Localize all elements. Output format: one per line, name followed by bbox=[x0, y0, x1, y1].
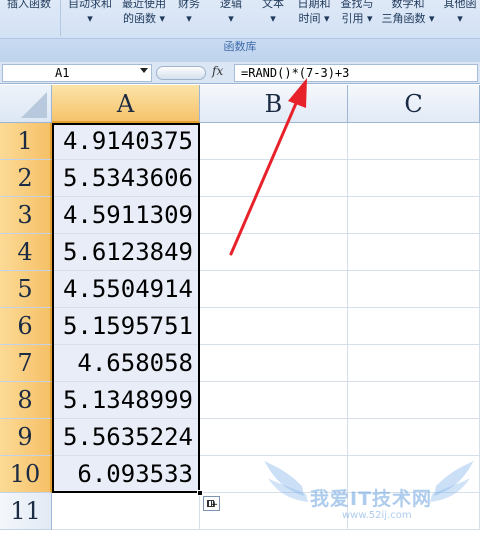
cell-b6[interactable] bbox=[200, 308, 348, 345]
select-all-triangle-icon bbox=[21, 92, 47, 118]
cell-a3[interactable]: 4.5911309 bbox=[52, 197, 200, 234]
formula-input[interactable]: =RAND()*(7-3)+3 bbox=[234, 64, 478, 82]
row-header[interactable]: 2 bbox=[0, 160, 52, 197]
name-box[interactable]: A1 bbox=[2, 64, 152, 82]
formula-bar: A1 fx =RAND()*(7-3)+3 bbox=[0, 62, 480, 84]
row-header[interactable]: 8 bbox=[0, 382, 52, 419]
plus-icon: + bbox=[210, 500, 218, 510]
column-header-b[interactable]: B bbox=[200, 85, 348, 123]
chevron-down-icon[interactable] bbox=[140, 68, 148, 73]
cell-b7[interactable] bbox=[200, 345, 348, 382]
cell-b5[interactable] bbox=[200, 271, 348, 308]
cell-a8[interactable]: 5.1348999 bbox=[52, 382, 200, 419]
insert-function-button[interactable]: 插入函数 bbox=[2, 0, 56, 36]
row-header[interactable]: 1 bbox=[0, 123, 52, 160]
cell-c6[interactable] bbox=[348, 308, 480, 345]
worksheet-grid: A B C 1 4.9140375 2 5.5343606 3 4.591130… bbox=[0, 85, 480, 534]
cell-a10[interactable]: 6.093533 bbox=[52, 456, 200, 493]
cell-b10[interactable] bbox=[200, 456, 348, 493]
date-time-button[interactable]: 日期和 时间 ▾ bbox=[294, 0, 334, 36]
column-header-a[interactable]: A bbox=[52, 85, 200, 123]
cell-a7[interactable]: 4.658058 bbox=[52, 345, 200, 382]
cell-b11[interactable] bbox=[200, 493, 348, 530]
row-header[interactable]: 10 bbox=[0, 456, 52, 493]
row-header[interactable]: 6 bbox=[0, 308, 52, 345]
autofill-options-icon[interactable]: + bbox=[203, 496, 220, 511]
ribbon: 插入函数 自动求和 ▾ 最近使用 的函数 ▾ 财务 ▾ 逻辑 ▾ 文本 ▾ 日期… bbox=[0, 0, 480, 62]
cell-c1[interactable] bbox=[348, 123, 480, 160]
cell-c7[interactable] bbox=[348, 345, 480, 382]
fx-icon[interactable]: fx bbox=[212, 64, 223, 78]
cell-b4[interactable] bbox=[200, 234, 348, 271]
autosum-button[interactable]: 自动求和 ▾ bbox=[64, 0, 116, 36]
row-header[interactable]: 3 bbox=[0, 197, 52, 234]
row-header[interactable]: 9 bbox=[0, 419, 52, 456]
cell-a4[interactable]: 5.6123849 bbox=[52, 234, 200, 271]
function-library-label: 函数库 bbox=[223, 40, 257, 53]
cell-c11[interactable] bbox=[348, 493, 480, 530]
row-header[interactable]: 5 bbox=[0, 271, 52, 308]
select-all-button[interactable] bbox=[0, 85, 52, 123]
cell-a1[interactable]: 4.9140375 bbox=[52, 123, 200, 160]
text-button[interactable]: 文本 ▾ bbox=[256, 0, 290, 36]
cell-b2[interactable] bbox=[200, 160, 348, 197]
ribbon-separator bbox=[60, 0, 61, 36]
formula-controls: fx bbox=[154, 64, 232, 82]
cell-b1[interactable] bbox=[200, 123, 348, 160]
lookup-reference-button[interactable]: 查找与 引用 ▾ bbox=[336, 0, 378, 36]
cell-c10[interactable] bbox=[348, 456, 480, 493]
insert-function-label: 插入函数 bbox=[7, 0, 51, 10]
recently-used-button[interactable]: 最近使用 的函数 ▾ bbox=[118, 0, 170, 36]
financial-button[interactable]: 财务 ▾ bbox=[172, 0, 206, 36]
logical-button[interactable]: 逻辑 ▾ bbox=[214, 0, 248, 36]
cell-a2[interactable]: 5.5343606 bbox=[52, 160, 200, 197]
cell-a9[interactable]: 5.5635224 bbox=[52, 419, 200, 456]
row-header[interactable]: 11 bbox=[0, 493, 52, 530]
row-header[interactable]: 4 bbox=[0, 234, 52, 271]
row-header[interactable]: 7 bbox=[0, 345, 52, 382]
cell-a11[interactable] bbox=[52, 493, 200, 530]
math-trig-button[interactable]: 数学和 三角函数 ▾ bbox=[380, 0, 436, 36]
cell-c9[interactable] bbox=[348, 419, 480, 456]
formula-bar-resize-handle[interactable] bbox=[156, 66, 206, 80]
cell-c4[interactable] bbox=[348, 234, 480, 271]
cell-c3[interactable] bbox=[348, 197, 480, 234]
cell-a6[interactable]: 5.1595751 bbox=[52, 308, 200, 345]
cell-b3[interactable] bbox=[200, 197, 348, 234]
cell-b9[interactable] bbox=[200, 419, 348, 456]
cell-b8[interactable] bbox=[200, 382, 348, 419]
more-functions-button[interactable]: 其他函 ▾ bbox=[440, 0, 480, 36]
cell-c8[interactable] bbox=[348, 382, 480, 419]
cell-a5[interactable]: 4.5504914 bbox=[52, 271, 200, 308]
column-header-c[interactable]: C bbox=[348, 85, 480, 123]
cell-c2[interactable] bbox=[348, 160, 480, 197]
cell-c5[interactable] bbox=[348, 271, 480, 308]
